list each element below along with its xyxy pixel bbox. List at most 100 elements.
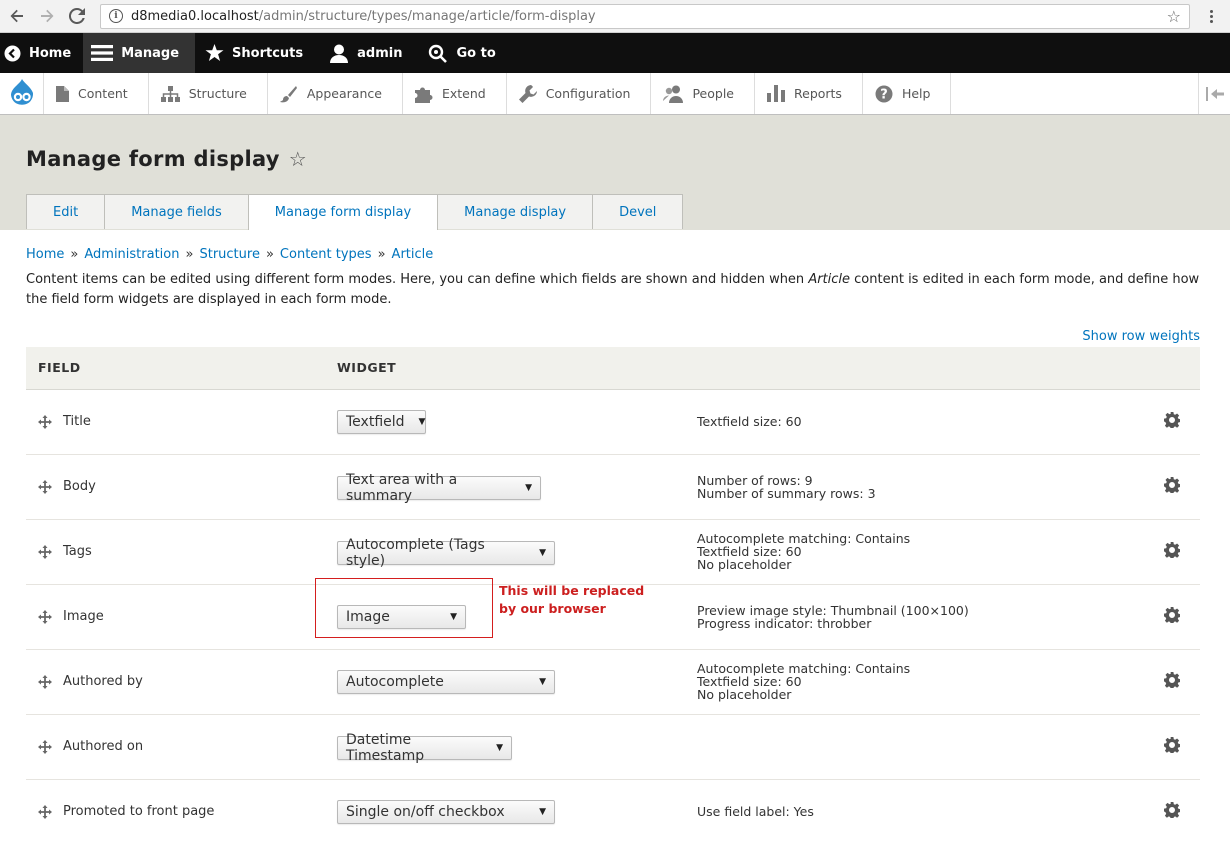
- bookmark-star-icon[interactable]: ☆: [1167, 7, 1181, 26]
- field-label: Title: [63, 414, 91, 429]
- breadcrumb-separator: »: [265, 247, 274, 262]
- toolbar-shortcuts-label: Shortcuts: [232, 45, 304, 61]
- drupal-logo-icon[interactable]: [0, 73, 44, 114]
- reload-icon[interactable]: [66, 5, 88, 27]
- gear-icon[interactable]: [1164, 476, 1180, 493]
- widget-summary-line: No placeholder: [697, 687, 792, 702]
- gear-icon[interactable]: [1164, 671, 1180, 688]
- widget-select[interactable]: Datetime Timestamp ▼: [337, 732, 512, 764]
- gear-icon[interactable]: [1164, 606, 1180, 623]
- drag-handle-icon[interactable]: [38, 544, 52, 559]
- widget-select[interactable]: Image ▼: [337, 604, 466, 629]
- widget-select[interactable]: Autocomplete (Tags style) ▼: [337, 537, 555, 569]
- gear-icon[interactable]: [1164, 411, 1180, 428]
- toolbar-goto-label: Go to: [456, 45, 496, 61]
- tab-manage-fields[interactable]: Manage fields: [104, 194, 249, 229]
- dropdown-arrow-icon: ▼: [496, 743, 503, 753]
- show-row-weights-link[interactable]: Show row weights: [26, 329, 1200, 344]
- drag-handle-icon[interactable]: [38, 804, 52, 819]
- gear-icon[interactable]: [1164, 541, 1180, 558]
- tray-item-label: Reports: [794, 86, 842, 101]
- toolbar-user-label: admin: [357, 45, 403, 61]
- toolbar-manage[interactable]: Manage: [83, 33, 196, 73]
- drag-handle-icon[interactable]: [38, 609, 52, 624]
- tab-manage-display[interactable]: Manage display: [437, 194, 594, 229]
- tray-item-help[interactable]: ? Help: [863, 73, 952, 114]
- hamburger-icon: [91, 45, 114, 61]
- gear-icon[interactable]: [1164, 736, 1180, 753]
- help-icon: ?: [875, 85, 893, 102]
- tray-item-appearance[interactable]: Appearance: [268, 73, 403, 114]
- tray-item-label: Structure: [188, 86, 247, 101]
- widget-summary-line: Number of summary rows: 3: [697, 485, 876, 501]
- widget-select[interactable]: Autocomplete ▼: [337, 669, 555, 694]
- dropdown-arrow-icon: ▼: [539, 548, 546, 558]
- description-emphasis: Article: [808, 272, 851, 287]
- tray-item-structure[interactable]: Structure: [149, 73, 268, 114]
- widget-column-header: WIDGET: [337, 347, 697, 390]
- breadcrumb-home[interactable]: Home: [26, 247, 64, 262]
- drag-handle-icon[interactable]: [38, 414, 52, 429]
- tray-item-configuration[interactable]: Configuration: [507, 73, 652, 114]
- breadcrumb-separator: »: [377, 247, 386, 262]
- drag-handle-icon[interactable]: [38, 674, 52, 689]
- widget-summary-line: Preview image style: Thumbnail (100×100): [697, 602, 969, 618]
- browser-menu-icon[interactable]: [1198, 9, 1224, 23]
- widget-summary-line: Use field label: Yes: [697, 804, 814, 819]
- address-bar[interactable]: i d8media0.localhost/admin/structure/typ…: [100, 3, 1190, 29]
- annotation-note: This will be replaced by our browser: [499, 582, 659, 618]
- annotation-line: This will be replaced: [499, 583, 645, 598]
- widget-select[interactable]: Text area with a summary ▼: [337, 472, 541, 504]
- dropdown-arrow-icon: ▼: [525, 483, 532, 493]
- breadcrumb-administration[interactable]: Administration: [84, 247, 179, 262]
- back-icon[interactable]: [6, 5, 28, 27]
- tray-item-content[interactable]: Content: [44, 73, 149, 114]
- forward-icon[interactable]: [36, 5, 58, 27]
- breadcrumb-content-types[interactable]: Content types: [280, 247, 372, 262]
- field-column-header: FIELD: [26, 347, 337, 390]
- widget-summary: Textfield size: 60: [697, 389, 1144, 454]
- widget-select-value: Datetime Timestamp: [346, 732, 425, 764]
- toolbar-shortcuts[interactable]: Shortcuts: [195, 33, 315, 73]
- tray-item-label: People: [692, 86, 734, 101]
- page-title: Manage form display ☆: [0, 147, 1230, 171]
- widget-summary: [697, 714, 1144, 779]
- drag-handle-icon[interactable]: [38, 479, 52, 494]
- tab-manage-form-display[interactable]: Manage form display: [247, 194, 439, 230]
- url-host: d8media0.localhost: [131, 8, 259, 24]
- tab-edit[interactable]: Edit: [26, 194, 106, 229]
- widget-select-value: Text area with a summary: [346, 472, 458, 504]
- toolbar-goto[interactable]: Go to: [416, 33, 507, 73]
- table-row: Promoted to front page Single on/off che…: [26, 779, 1200, 844]
- goto-search-icon: [429, 44, 448, 63]
- table-row: Authored by Autocomplete ▼ Autocomplete …: [26, 649, 1200, 714]
- page-title-text: Manage form display: [26, 147, 280, 171]
- dropdown-arrow-icon: ▼: [539, 676, 546, 687]
- widget-summary: Preview image style: Thumbnail (100×100)…: [697, 584, 1144, 649]
- tab-devel[interactable]: Devel: [592, 194, 684, 229]
- widget-select[interactable]: Single on/off checkbox ▼: [337, 799, 555, 824]
- widget-summary-line: Number of rows: 9: [697, 472, 813, 488]
- tray-orientation-toggle-icon[interactable]: [1198, 73, 1230, 114]
- toolbar-home[interactable]: Home: [0, 33, 83, 73]
- tray-item-extend[interactable]: Extend: [403, 73, 507, 114]
- breadcrumb-structure[interactable]: Structure: [199, 247, 259, 262]
- page-header: Manage form display ☆ Edit Manage fields…: [0, 115, 1230, 230]
- bar-chart-icon: [767, 85, 785, 102]
- breadcrumb-article[interactable]: Article: [392, 247, 434, 262]
- page-description: Content items can be edited using differ…: [26, 270, 1200, 310]
- info-icon[interactable]: i: [109, 9, 123, 23]
- tray-item-people[interactable]: People: [651, 73, 755, 114]
- field-label: Image: [63, 609, 104, 624]
- toolbar-user[interactable]: admin: [315, 33, 416, 73]
- widget-summary-line: Progress indicator: throbber: [697, 615, 872, 631]
- gear-icon[interactable]: [1164, 801, 1180, 818]
- widget-select-value: Textfield: [346, 413, 405, 430]
- tray-item-reports[interactable]: Reports: [755, 73, 863, 114]
- admin-tray: Content Structure Appearance Extend Conf…: [0, 73, 1230, 115]
- shortcut-star-icon[interactable]: ☆: [289, 147, 307, 171]
- widget-select[interactable]: Textfield ▼: [337, 409, 426, 434]
- widget-select-value: Autocomplete: [346, 673, 444, 690]
- drag-handle-icon[interactable]: [38, 739, 52, 754]
- primary-tabs: Edit Manage fields Manage form display M…: [26, 194, 684, 230]
